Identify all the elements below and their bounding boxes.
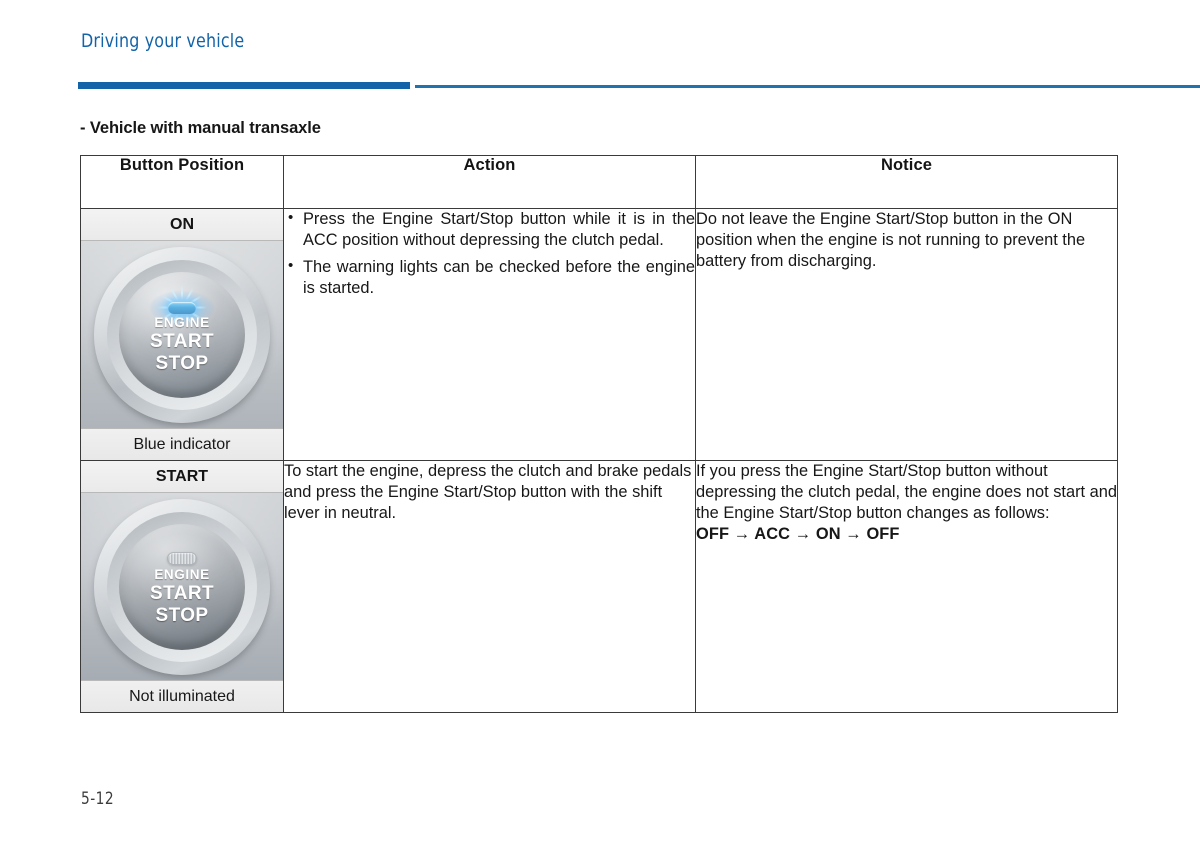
button-text-line-engine: ENGINE [154, 314, 210, 330]
button-face: ENGINE START STOP [119, 523, 245, 650]
button-text-line-start: START [150, 331, 214, 352]
position-label-on: ON [81, 209, 283, 241]
button-position-table: Button Position Action Notice ON ENGINE … [80, 155, 1118, 713]
action-bullet-list: Press the Engine Start/Stop button while… [284, 208, 695, 299]
button-bezel-ring: ENGINE START STOP [94, 498, 270, 675]
button-text-line-stop: STOP [155, 353, 209, 374]
button-inner-ring: ENGINE START STOP [107, 259, 257, 410]
notice-cell-start: If you press the Engine Start/Stop butto… [695, 460, 1118, 713]
action-text: To start the engine, depress the clutch … [284, 462, 692, 522]
notice-text: If you press the Engine Start/Stop butto… [696, 462, 1117, 522]
chapter-title: Driving your vehicle [81, 30, 245, 52]
button-position-cell-on: ON ENGINE START STOP Blue indicator [80, 208, 284, 461]
button-inner-ring: ENGINE START STOP [107, 511, 257, 662]
table-header-row: Button Position Action Notice [80, 155, 1118, 209]
action-bullet-item: The warning lights can be checked before… [288, 256, 695, 299]
unlit-indicator-icon [167, 551, 197, 565]
page-number: 5-12 [81, 789, 115, 809]
button-text-line-stop: STOP [155, 605, 209, 626]
button-text-line-engine: ENGINE [154, 566, 210, 582]
position-caption-not-illuminated: Not illuminated [81, 680, 283, 712]
engine-start-stop-button-illustration-start: ENGINE START STOP [81, 493, 283, 680]
action-cell-on: Press the Engine Start/Stop button while… [283, 208, 696, 461]
header-rule-thin [415, 85, 1200, 88]
action-bullet-item: Press the Engine Start/Stop button while… [288, 208, 695, 251]
button-position-cell-start: START ENGINE START STOP Not illuminated [80, 460, 284, 713]
table-row: START ENGINE START STOP Not illuminated … [80, 460, 1118, 713]
button-face: ENGINE START STOP [119, 271, 245, 398]
column-header-button-position: Button Position [80, 155, 284, 209]
button-text-line-start: START [150, 583, 214, 604]
notice-state-sequence: OFF → ACC → ON → OFF [696, 525, 900, 543]
section-subtitle: - Vehicle with manual transaxle [80, 119, 321, 137]
button-face-text: ENGINE START STOP [119, 314, 245, 374]
engine-start-stop-button-illustration-on: ENGINE START STOP [81, 241, 283, 428]
button-bezel-ring: ENGINE START STOP [94, 246, 270, 423]
indicator-pill-lit [168, 301, 196, 314]
notice-text: Do not leave the Engine Start/Stop butto… [696, 210, 1086, 270]
action-cell-start: To start the engine, depress the clutch … [283, 460, 696, 713]
header-rule-thick [78, 82, 410, 89]
notice-cell-on: Do not leave the Engine Start/Stop butto… [695, 208, 1118, 461]
position-label-start: START [81, 461, 283, 493]
column-header-notice: Notice [695, 155, 1118, 209]
page-running-header: Driving your vehicle [0, 30, 1200, 89]
column-header-action: Action [283, 155, 696, 209]
position-caption-blue-indicator: Blue indicator [81, 428, 283, 460]
button-face-text: ENGINE START STOP [119, 566, 245, 626]
table-row: ON ENGINE START STOP Blue indicator • Pr… [80, 208, 1118, 461]
